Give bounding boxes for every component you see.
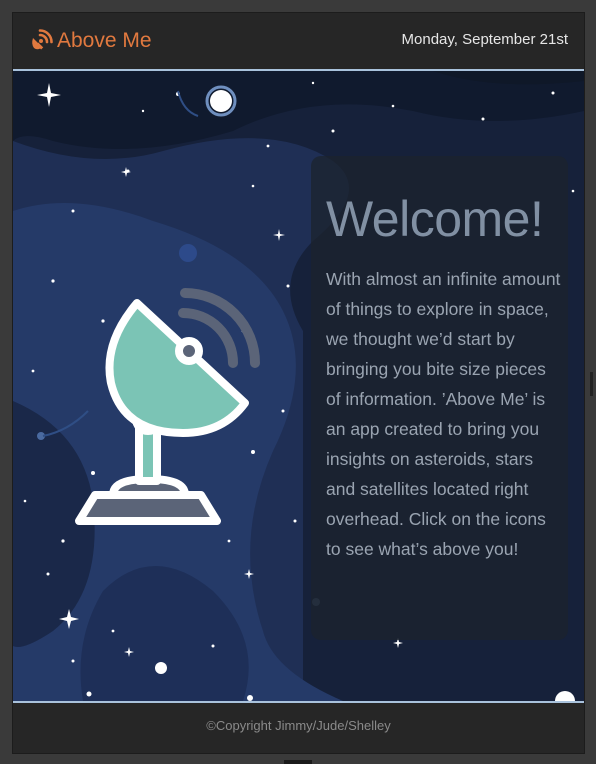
brand-label[interactable]: Above Me	[57, 29, 152, 53]
welcome-panel: Welcome! With almost an infinite amount …	[311, 156, 568, 640]
welcome-title: Welcome!	[326, 191, 544, 247]
brand-link[interactable]: Above Me	[29, 27, 152, 55]
app-window: Above Me Monday, September 21st Welcome!…	[13, 13, 584, 753]
resize-handle[interactable]	[284, 760, 312, 764]
footer: ©Copyright Jimmy/Jude/Shelley	[13, 703, 584, 753]
header: Above Me Monday, September 21st	[13, 13, 584, 69]
intro-text: With almost an infinite amount of things…	[326, 269, 561, 559]
current-date: Monday, September 21st	[401, 31, 568, 48]
hero-section: Welcome! With almost an infinite amount …	[13, 71, 584, 701]
copyright-text: ©Copyright Jimmy/Jude/Shelley	[206, 718, 391, 733]
satellite-signal-icon	[32, 29, 53, 50]
scrollbar-handle[interactable]	[590, 372, 593, 396]
satellite-dish-icon	[75, 288, 260, 525]
